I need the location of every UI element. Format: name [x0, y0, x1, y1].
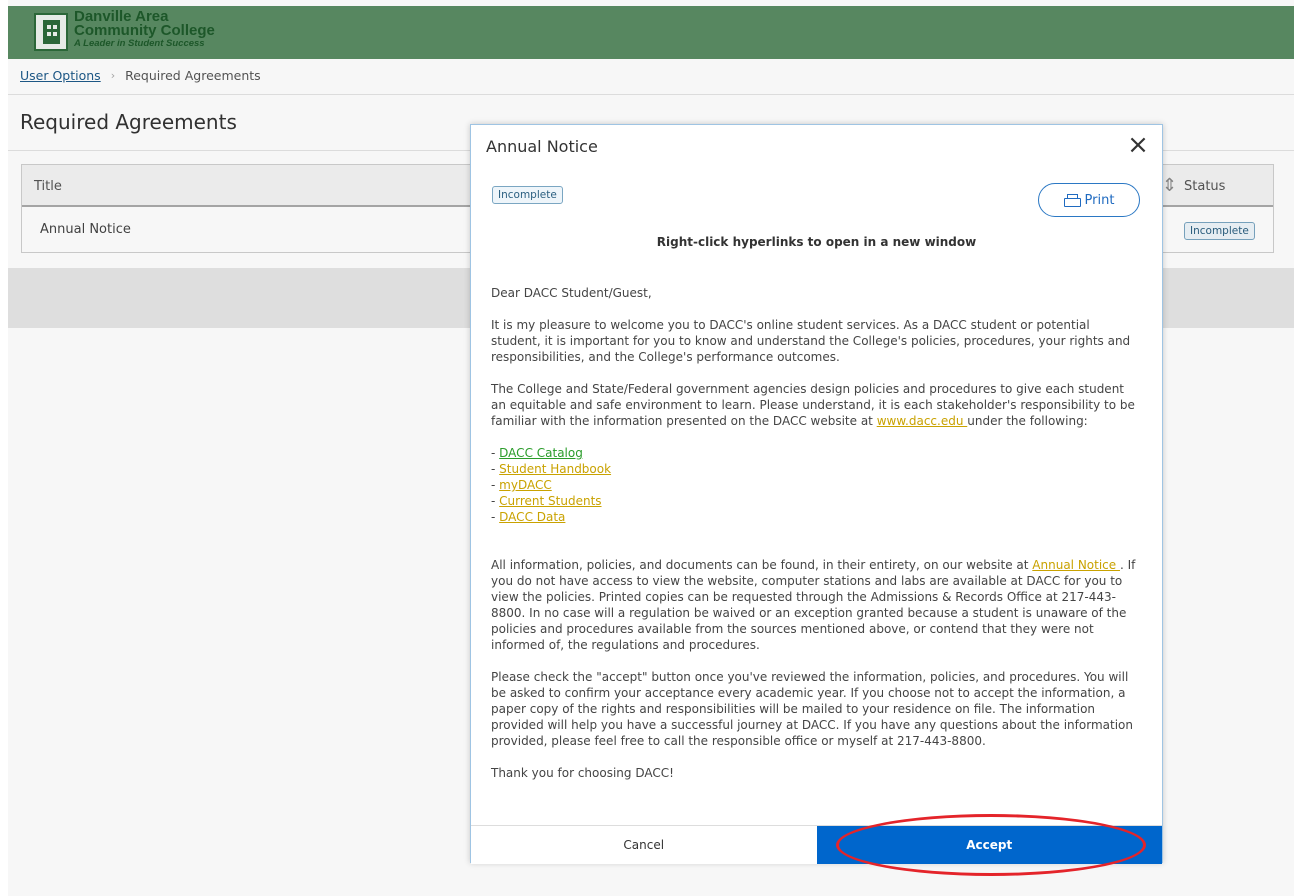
- notice-body: Dear DACC Student/Guest, It is my pleasu…: [491, 285, 1141, 797]
- accept-button[interactable]: Accept: [816, 826, 1162, 864]
- paragraph-3-end: . If you do not have access to view the …: [491, 558, 1136, 652]
- paragraph-4: Please check the "accept" button once yo…: [491, 670, 1133, 748]
- dialog-footer: Cancel Accept: [471, 825, 1162, 864]
- paragraph-3-text: All information, policies, and documents…: [491, 558, 1033, 572]
- dacc-website-link[interactable]: www.dacc.edu: [877, 414, 968, 428]
- dialog-status: Incomplete: [492, 183, 563, 204]
- paragraph-1: It is my pleasure to welcome you to DACC…: [491, 318, 1131, 364]
- link-dacc-data[interactable]: DACC Data: [499, 510, 565, 524]
- hint-text: Right-click hyperlinks to open in a new …: [656, 235, 977, 249]
- link-current-students[interactable]: Current Students: [499, 494, 601, 508]
- annual-notice-link[interactable]: Annual Notice: [1032, 558, 1120, 572]
- print-label: Print: [1084, 192, 1115, 208]
- greeting: Dear DACC Student/Guest,: [491, 286, 652, 300]
- cancel-button[interactable]: Cancel: [471, 826, 817, 864]
- close-icon[interactable]: ×: [1126, 132, 1150, 158]
- annual-notice-dialog: Annual Notice × Incomplete Print Right-c…: [470, 124, 1163, 864]
- status-badge: Incomplete: [492, 186, 563, 204]
- link-dacc-catalog[interactable]: DACC Catalog: [499, 446, 583, 460]
- link-student-handbook[interactable]: Student Handbook: [499, 462, 611, 476]
- link-mydacc[interactable]: myDACC: [499, 478, 552, 492]
- closing: Thank you for choosing DACC!: [491, 766, 674, 780]
- resource-links: - DACC Catalog - Student Handbook - myDA…: [491, 446, 612, 524]
- paragraph-3: All information, policies, and documents…: [491, 557, 1141, 653]
- dialog-title: Annual Notice: [486, 137, 598, 156]
- print-button[interactable]: Print: [1038, 183, 1140, 217]
- paragraph-2-end: under the following:: [967, 414, 1088, 428]
- printer-icon: [1063, 193, 1081, 207]
- paragraph-2: The College and State/Federal government…: [491, 381, 1141, 429]
